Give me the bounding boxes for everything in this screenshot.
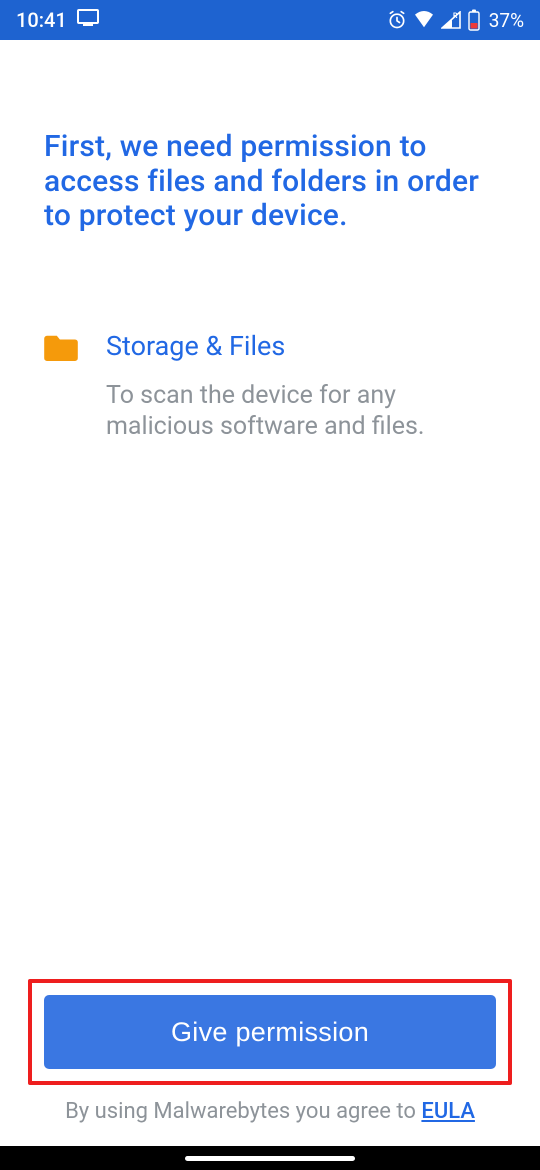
android-nav-bar bbox=[0, 1146, 540, 1170]
permission-title: Storage & Files bbox=[106, 330, 496, 362]
eula-link[interactable]: EULA bbox=[421, 1099, 475, 1124]
permission-headline: First, we need permission to access file… bbox=[44, 130, 496, 234]
alarm-icon bbox=[387, 10, 407, 30]
permission-description: To scan the device for any malicious sof… bbox=[106, 380, 496, 443]
gesture-handle[interactable] bbox=[185, 1156, 355, 1161]
status-time: 10:41 bbox=[16, 8, 67, 32]
svg-text:R: R bbox=[453, 12, 458, 20]
permission-item-storage: Storage & Files To scan the device for a… bbox=[44, 330, 496, 443]
battery-percent: 37% bbox=[489, 9, 524, 32]
folder-icon bbox=[44, 333, 78, 365]
wifi-icon bbox=[413, 11, 435, 29]
status-bar: 10:41 R 37% bbox=[0, 0, 540, 40]
give-permission-button[interactable]: Give permission bbox=[44, 995, 496, 1069]
signal-icon: R bbox=[441, 11, 461, 29]
eula-prefix: By using Malwarebytes you agree to bbox=[65, 1099, 421, 1124]
screen-share-icon bbox=[77, 8, 99, 32]
battery-icon bbox=[467, 9, 481, 31]
highlighted-action-area: Give permission bbox=[28, 979, 512, 1085]
eula-agreement-line: By using Malwarebytes you agree to EULA bbox=[28, 1099, 512, 1124]
